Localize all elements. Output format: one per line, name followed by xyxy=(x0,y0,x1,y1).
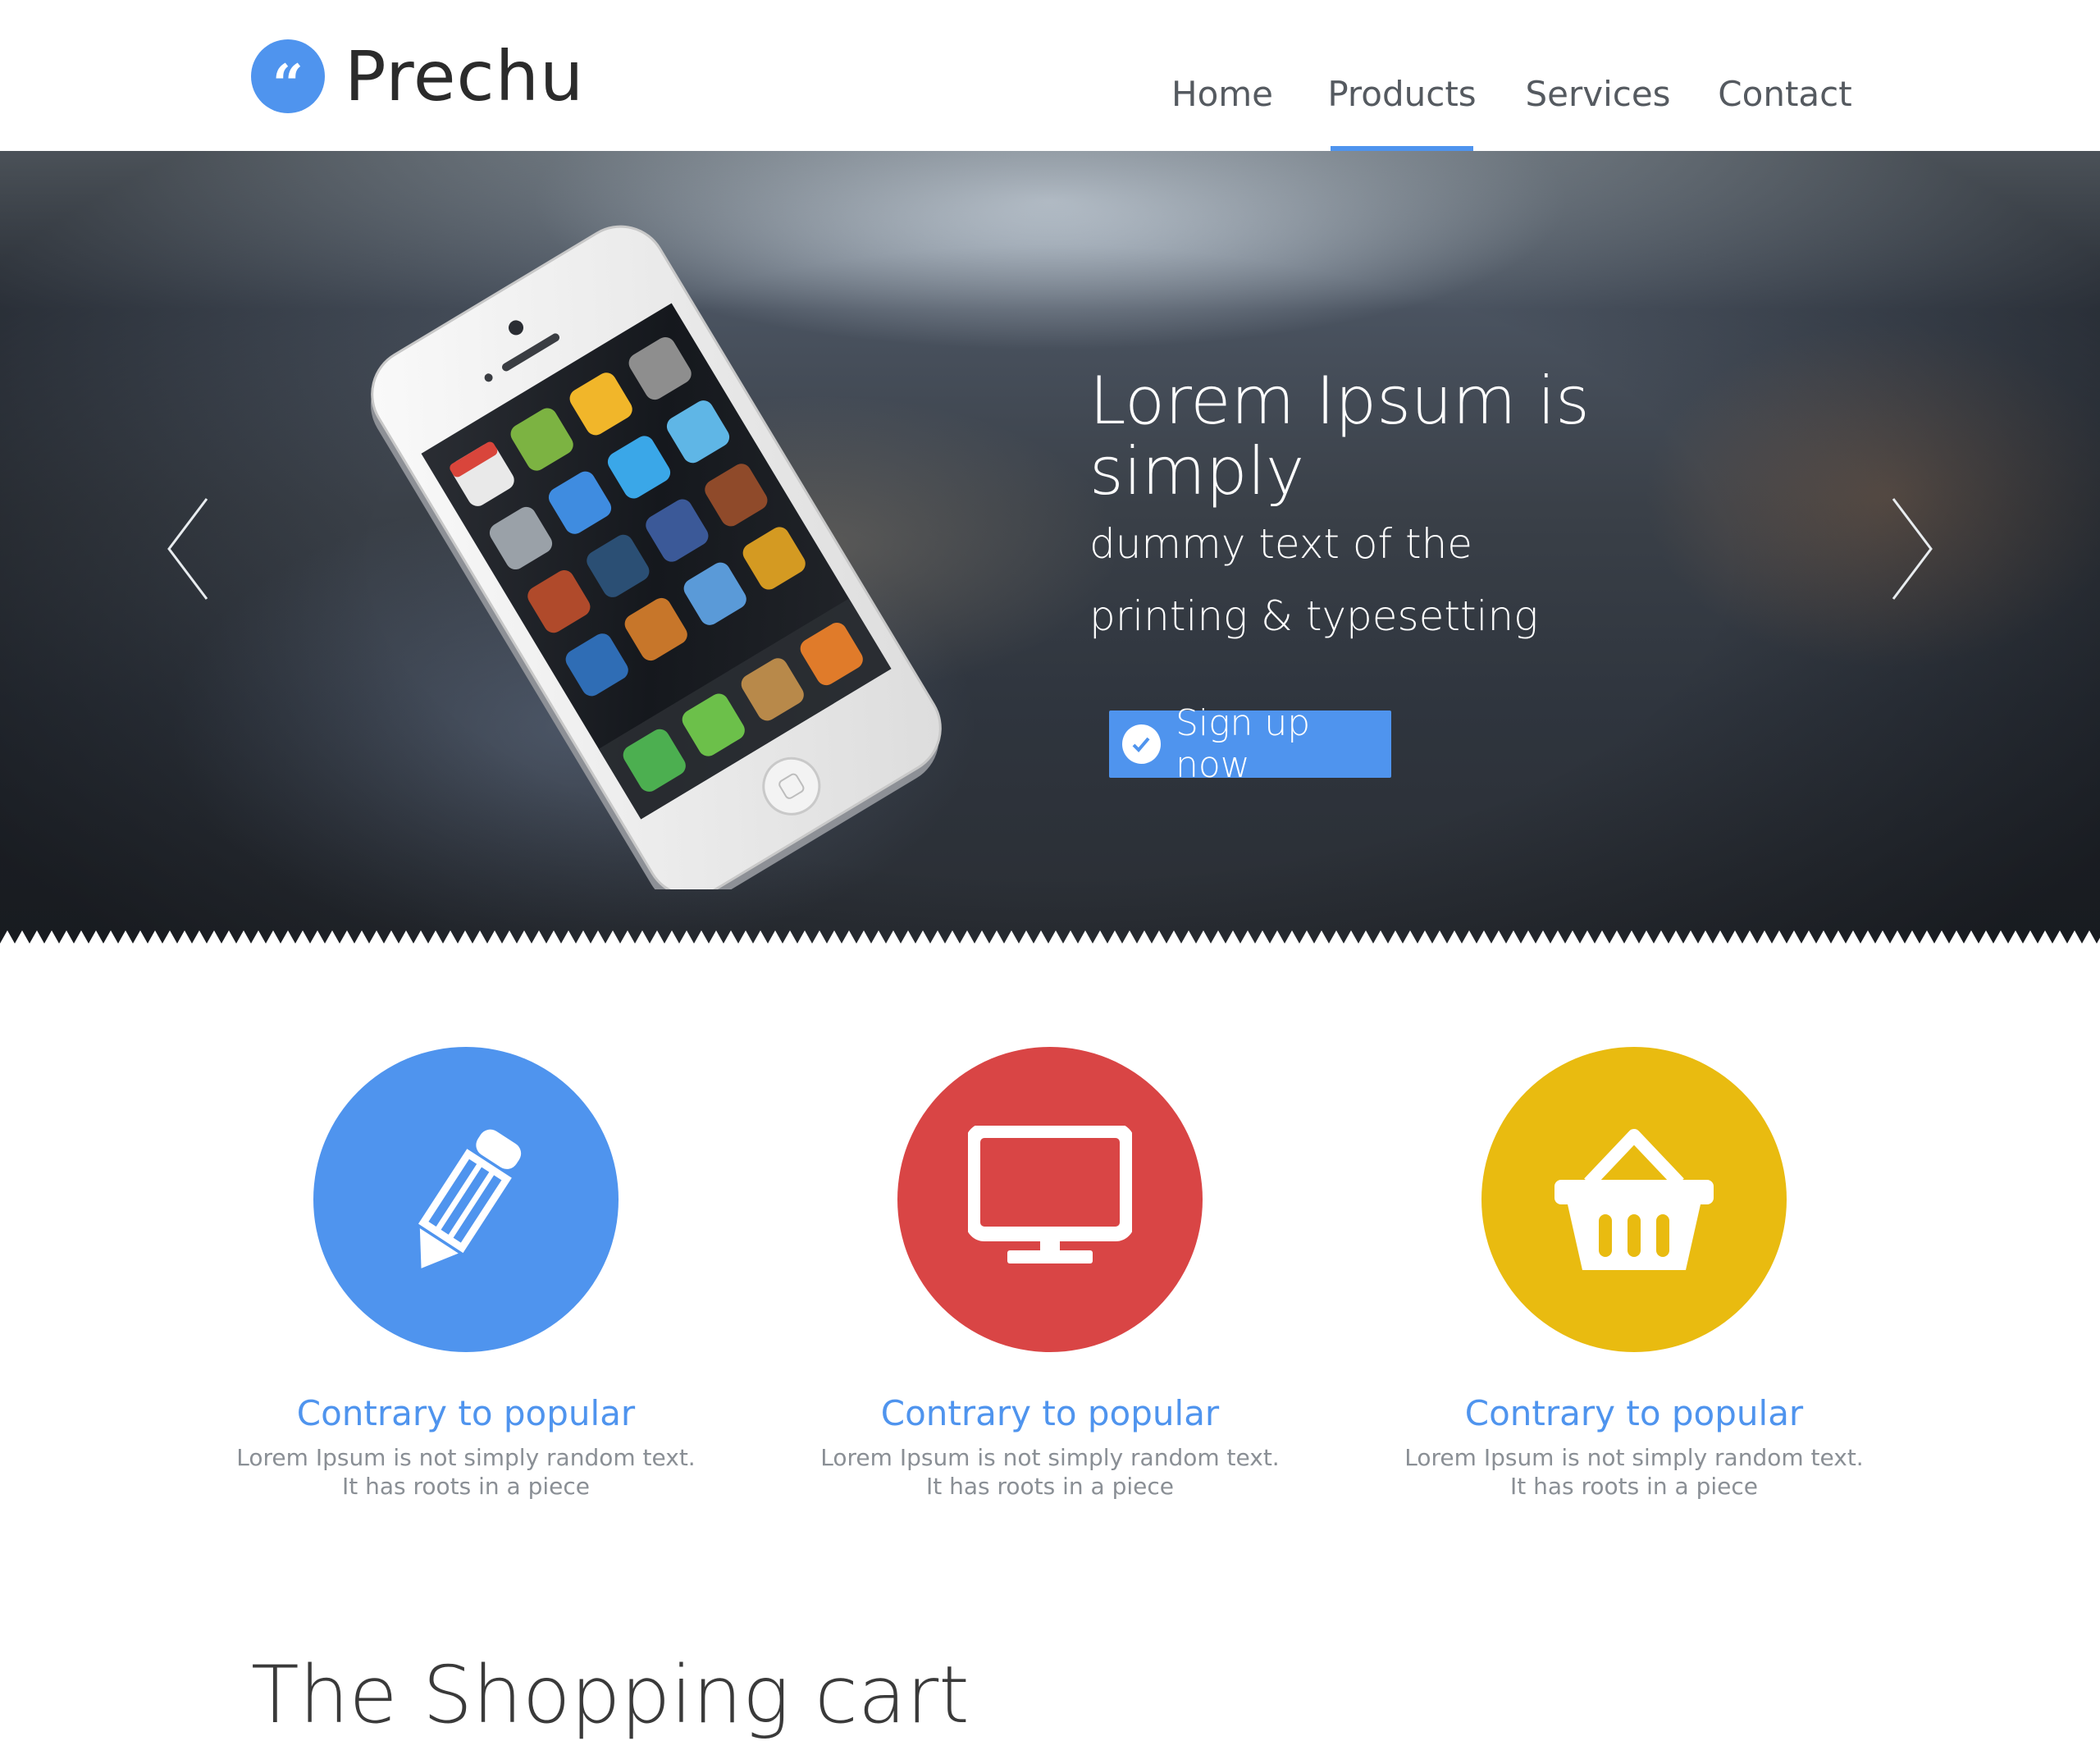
hero-title: Lorem Ipsum is simply xyxy=(1089,363,1590,510)
monitor-icon xyxy=(968,1126,1132,1263)
zigzag-divider xyxy=(0,930,2100,944)
feature-description-line2: It has roots in a piece xyxy=(925,1473,1175,1500)
feature-description-line1: Lorem Ipsum is not simply random text. xyxy=(236,1444,696,1471)
feature-card-3: Contrary to popular Lorem Ipsum is not s… xyxy=(1404,1047,1864,1501)
sign-up-label: Sign up now xyxy=(1175,702,1311,786)
section-heading: The Shopping cart xyxy=(251,1649,970,1741)
site-header: “ Prechu Home Products Services Contact xyxy=(0,0,2100,151)
feature-description-line2: It has roots in a piece xyxy=(341,1473,591,1500)
feature-description-line1: Lorem Ipsum is not simply random text. xyxy=(820,1444,1280,1471)
basket-icon xyxy=(1554,1129,1714,1270)
feature-circle xyxy=(313,1047,619,1352)
check-circle-icon xyxy=(1122,724,1161,764)
feature-card-1: Contrary to popular Lorem Ipsum is not s… xyxy=(236,1047,696,1501)
feature-title[interactable]: Contrary to popular xyxy=(820,1393,1280,1433)
chevron-left-icon[interactable] xyxy=(164,496,213,602)
feature-description-line1: Lorem Ipsum is not simply random text. xyxy=(1404,1444,1864,1471)
feature-card-2: Contrary to popular Lorem Ipsum is not s… xyxy=(820,1047,1280,1501)
logo[interactable]: “ Prechu xyxy=(251,36,584,117)
nav-contact[interactable]: Contact xyxy=(1718,74,1851,151)
feature-circle xyxy=(897,1047,1203,1352)
feature-title[interactable]: Contrary to popular xyxy=(1404,1393,1864,1433)
nav-services[interactable]: Services xyxy=(1525,74,1670,151)
nav-products[interactable]: Products xyxy=(1327,74,1477,151)
brand-name: Prechu xyxy=(345,36,585,117)
pencil-icon xyxy=(418,1129,522,1268)
feature-description-line2: It has roots in a piece xyxy=(1509,1473,1759,1500)
smartphone-image xyxy=(370,225,942,889)
hero-subtitle-line1: dummy text of the xyxy=(1089,520,1473,568)
nav-home[interactable]: Home xyxy=(1171,74,1273,151)
feature-title[interactable]: Contrary to popular xyxy=(236,1393,696,1433)
chevron-right-icon[interactable] xyxy=(1887,496,1936,602)
feature-circle xyxy=(1481,1047,1787,1352)
sign-up-button[interactable]: Sign up now xyxy=(1109,702,1391,786)
hero-subtitle-line2: printing & typesetting xyxy=(1089,592,1539,640)
hero-slider: Lorem Ipsum is simply dummy text of the … xyxy=(0,151,2100,944)
quote-logo-icon: “ xyxy=(251,39,325,117)
